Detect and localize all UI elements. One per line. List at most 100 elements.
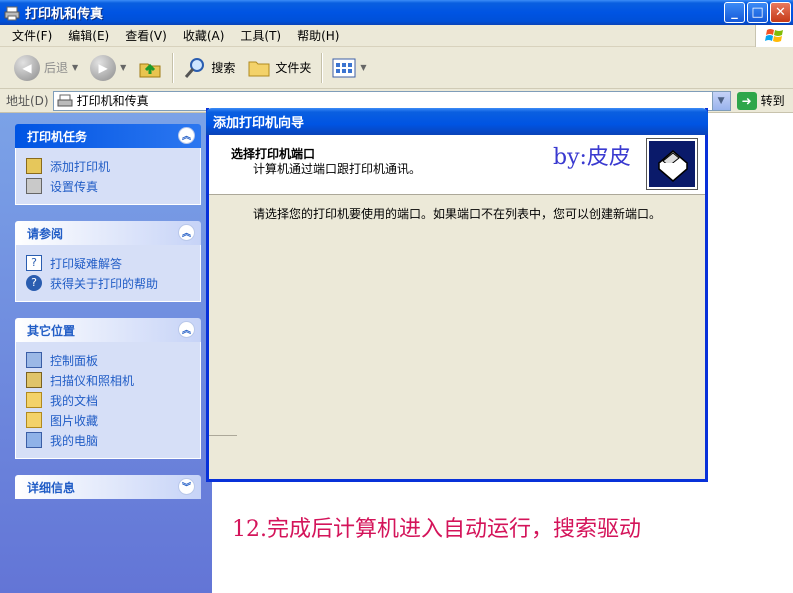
- go-label: 转到: [760, 94, 785, 108]
- link-label: 我的电脑: [50, 433, 99, 448]
- printer-tasks-header[interactable]: 打印机任务 ︽: [15, 124, 201, 148]
- menu-view[interactable]: 查看(V): [117, 27, 175, 44]
- add-printer-icon: [26, 158, 42, 174]
- printer-icon: [4, 6, 20, 20]
- toolbar-separator: [321, 52, 323, 83]
- menu-edit[interactable]: 编辑(E): [60, 27, 117, 44]
- printing-help-link[interactable]: ? 获得关于打印的帮助: [26, 273, 190, 293]
- other-places-header[interactable]: 其它位置 ︽: [15, 318, 201, 342]
- collapse-icon[interactable]: ︽: [178, 321, 195, 338]
- forward-button[interactable]: ▶ ▼: [84, 51, 132, 85]
- folder-up-icon: [139, 63, 161, 77]
- details-panel: 详细信息 ︾: [15, 475, 201, 499]
- panel-title: 其它位置: [27, 323, 76, 338]
- link-label: 获得关于打印的帮助: [50, 276, 159, 291]
- panel-title: 打印机任务: [27, 129, 88, 144]
- dropdown-arrow-icon: ▼: [360, 63, 367, 72]
- printer-tasks-body: 添加打印机 设置传真: [15, 148, 201, 205]
- step-caption: 12.完成后计算机进入自动运行，搜索驱动: [232, 517, 641, 542]
- back-button[interactable]: ◀ 后退 ▼: [8, 51, 84, 85]
- help-book-icon: ?: [26, 255, 42, 271]
- pictures-folder-icon: [26, 412, 42, 428]
- fax-icon: [26, 178, 42, 194]
- printer-icon: [57, 94, 73, 106]
- add-printer-link[interactable]: 添加打印机: [26, 156, 190, 176]
- link-label: 我的文档: [50, 393, 99, 408]
- help-icon: ?: [26, 275, 42, 291]
- wizard-title: 添加打印机向导: [213, 116, 305, 131]
- minimize-button[interactable]: _: [724, 2, 745, 23]
- search-button[interactable]: 搜索: [177, 51, 241, 85]
- views-button[interactable]: ▼: [326, 51, 372, 85]
- wizard-instruction: 请选择您的打印机要使用的端口。如果端口不在列表中，您可以创建新端口。: [253, 207, 662, 221]
- go-arrow-icon: ➜: [736, 91, 757, 110]
- toolbar: ◀ 后退 ▼ ▶ ▼ 搜索 文件夹 ▼: [0, 47, 793, 89]
- setup-fax-link[interactable]: 设置传真: [26, 176, 190, 196]
- divider: [209, 435, 237, 436]
- views-grid-icon: [332, 58, 356, 77]
- details-header[interactable]: 详细信息 ︾: [15, 475, 201, 499]
- dropdown-arrow-icon[interactable]: ▼: [72, 63, 78, 72]
- chevron-down-icon: ▼: [717, 95, 725, 106]
- folders-label: 文件夹: [275, 61, 312, 75]
- add-printer-wizard-dialog: 添加打印机向导 选择打印机端口 计算机通过端口跟打印机通讯。 by:皮皮 请选择…: [206, 108, 708, 482]
- up-folder-button[interactable]: [132, 51, 168, 85]
- forward-arrow-icon: ▶: [90, 54, 117, 81]
- minimize-icon: _: [731, 5, 738, 20]
- back-arrow-icon: ◀: [14, 54, 40, 81]
- control-panel-icon: [26, 352, 42, 368]
- search-icon: [185, 57, 205, 78]
- printer-tasks-panel: 打印机任务 ︽ 添加打印机 设置传真: [15, 124, 201, 205]
- my-computer-link[interactable]: 我的电脑: [26, 430, 190, 450]
- see-also-header[interactable]: 请参阅 ︽: [15, 221, 201, 245]
- folder-icon: [248, 61, 270, 76]
- collapse-icon[interactable]: ︽: [178, 224, 195, 241]
- toolbar-separator: [172, 52, 174, 83]
- address-dropdown-button[interactable]: ▼: [711, 91, 730, 110]
- other-places-panel: 其它位置 ︽ 控制面板 扫描仪和照相机 我的文档 图片收藏 我的电脑: [15, 318, 201, 459]
- search-label: 搜索: [211, 61, 236, 75]
- menu-tools[interactable]: 工具(T): [232, 27, 289, 44]
- menu-file[interactable]: 文件(F): [4, 27, 60, 44]
- link-label: 控制面板: [50, 353, 99, 368]
- expand-icon[interactable]: ︾: [178, 478, 195, 495]
- go-button[interactable]: ➜ 转到: [736, 91, 785, 110]
- menu-help[interactable]: 帮助(H): [289, 27, 347, 44]
- computer-icon: [26, 432, 42, 448]
- windows-logo-icon: [755, 25, 793, 47]
- menu-favorites[interactable]: 收藏(A): [175, 27, 233, 44]
- link-label: 打印疑难解答: [50, 256, 123, 271]
- maximize-button[interactable]: □: [747, 2, 768, 23]
- link-label: 扫描仪和照相机: [50, 373, 135, 388]
- folders-button[interactable]: 文件夹: [241, 51, 317, 85]
- dropdown-arrow-icon[interactable]: ▼: [120, 63, 126, 72]
- my-documents-link[interactable]: 我的文档: [26, 390, 190, 410]
- window-titlebar[interactable]: 打印机和传真 _ □ ✕: [0, 0, 793, 25]
- wizard-subheading: 计算机通过端口跟打印机通讯。: [253, 162, 422, 176]
- maximize-icon: □: [751, 5, 764, 20]
- address-value: 打印机和传真: [76, 94, 149, 108]
- my-pictures-link[interactable]: 图片收藏: [26, 410, 190, 430]
- documents-folder-icon: [26, 392, 42, 408]
- panel-title: 详细信息: [27, 480, 76, 495]
- task-pane: 打印机任务 ︽ 添加打印机 设置传真 请参阅 ︽ ? 打印疑难解答 ? 获得关于…: [0, 113, 212, 593]
- collapse-icon[interactable]: ︽: [178, 127, 195, 144]
- panel-title: 请参阅: [27, 226, 64, 241]
- control-panel-link[interactable]: 控制面板: [26, 350, 190, 370]
- address-label: 地址(D): [6, 94, 49, 108]
- troubleshoot-link[interactable]: ? 打印疑难解答: [26, 253, 190, 273]
- scanner-icon: [26, 372, 42, 388]
- other-places-body: 控制面板 扫描仪和照相机 我的文档 图片收藏 我的电脑: [15, 342, 201, 459]
- link-label: 添加打印机: [50, 159, 111, 174]
- printer-wizard-icon: [646, 138, 698, 190]
- close-icon: ✕: [775, 5, 786, 20]
- watermark-byline: by:皮皮: [553, 145, 631, 170]
- wizard-titlebar[interactable]: 添加打印机向导: [206, 108, 708, 135]
- window-title: 打印机和传真: [25, 7, 104, 22]
- close-button[interactable]: ✕: [770, 2, 791, 23]
- link-label: 设置传真: [50, 179, 99, 194]
- wizard-header: 选择打印机端口 计算机通过端口跟打印机通讯。 by:皮皮: [209, 135, 705, 195]
- menu-bar: 文件(F) 编辑(E) 查看(V) 收藏(A) 工具(T) 帮助(H): [0, 25, 793, 47]
- scanners-cameras-link[interactable]: 扫描仪和照相机: [26, 370, 190, 390]
- link-label: 图片收藏: [50, 413, 99, 428]
